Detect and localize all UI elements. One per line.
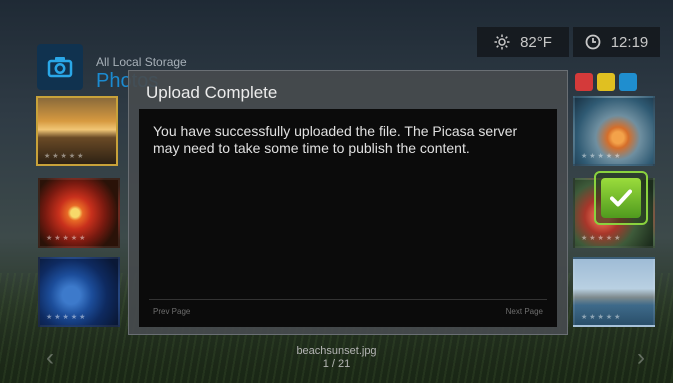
photo-thumbnail[interactable]: ★★★★★	[573, 96, 655, 166]
photo-thumbnail[interactable]: ★★★★★	[38, 257, 120, 327]
dialog-divider	[149, 299, 547, 300]
photo-app-icon	[37, 44, 83, 90]
sun-icon	[494, 34, 510, 50]
prev-page-button[interactable]: Prev Page	[153, 307, 190, 316]
rating-stars: ★★★★★	[46, 314, 88, 321]
weather-status: 82°F	[477, 27, 569, 57]
checkmark-icon	[610, 189, 632, 207]
camera-icon	[47, 57, 73, 78]
temperature-text: 82°F	[520, 33, 552, 51]
rating-stars: ★★★★★	[581, 235, 623, 242]
next-page-button[interactable]: Next Page	[506, 307, 543, 316]
clock-status: 12:19	[573, 27, 660, 57]
rating-stars: ★★★★★	[46, 235, 88, 242]
rating-stars: ★★★★★	[581, 314, 623, 321]
storage-source-label: All Local Storage	[96, 55, 187, 69]
upload-complete-dialog: Upload Complete You have successfully up…	[128, 70, 568, 335]
dialog-body: You have successfully uploaded the file.…	[139, 109, 557, 327]
dialog-title: Upload Complete	[146, 83, 278, 102]
yellow-function-button[interactable]	[597, 73, 615, 91]
photo-thumbnail[interactable]: ★★★★★	[38, 178, 120, 248]
rating-stars: ★★★★★	[581, 153, 623, 160]
media-player-screen: All Local Storage Photos 82°F 12:19 ★★★★…	[0, 0, 673, 383]
photo-counter: 1 / 21	[322, 358, 351, 370]
red-function-button[interactable]	[575, 73, 593, 91]
photo-thumbnail[interactable]: ★★★★★	[573, 257, 655, 327]
clock-icon	[585, 34, 601, 50]
current-filename: beachsunset.jpg	[296, 345, 377, 357]
confirm-button[interactable]	[594, 171, 648, 225]
dialog-message: You have successfully uploaded the file.…	[153, 123, 518, 156]
confirm-button-face	[601, 178, 641, 218]
blue-function-button[interactable]	[619, 73, 637, 91]
time-text: 12:19	[610, 33, 649, 51]
rating-stars: ★★★★★	[44, 153, 86, 160]
photo-thumbnail-selected[interactable]: ★★★★★	[36, 96, 118, 166]
